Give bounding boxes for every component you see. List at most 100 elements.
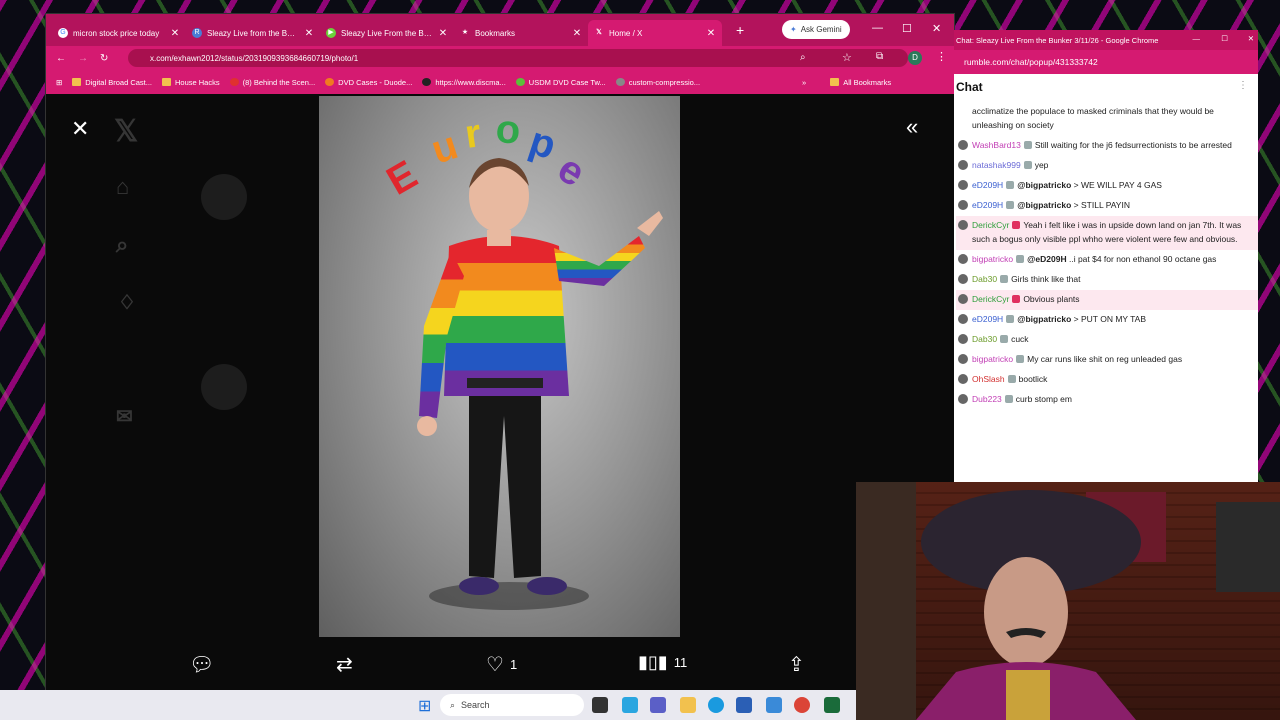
avatar[interactable] (958, 314, 968, 324)
address-bar[interactable]: x.com/exhawn2012/status/2031909393684660… (128, 49, 908, 67)
chrome-icon[interactable] (794, 697, 810, 713)
maximize-icon[interactable]: ☐ (902, 22, 912, 35)
tab-label: Sleazy Live from the Bunker (207, 28, 299, 38)
file-explorer-icon[interactable] (680, 697, 696, 713)
close-icon[interactable]: ✕ (572, 28, 582, 39)
close-icon[interactable]: ✕ (170, 28, 180, 39)
chat-username[interactable]: eD209H (972, 180, 1003, 190)
avatar[interactable] (958, 220, 968, 230)
chat-message-text: > STILL PAYIN (1073, 200, 1130, 210)
store-icon[interactable] (736, 697, 752, 713)
new-tab-button[interactable]: + (736, 22, 744, 38)
star-bookmark-icon[interactable]: ☆ (842, 51, 852, 64)
avatar[interactable] (958, 160, 968, 170)
reload-icon[interactable]: ↻ (100, 53, 108, 64)
all-bookmarks[interactable]: All Bookmarks (830, 78, 891, 87)
minimize-icon[interactable]: — (872, 22, 883, 34)
chat-username[interactable]: DerickCyr (972, 220, 1009, 230)
avatar[interactable] (958, 254, 968, 264)
chat-username[interactable]: Dab30 (972, 334, 997, 344)
tab-rumble-2[interactable]: ▶ Sleazy Live From the Bunker ✕ (320, 20, 454, 46)
avatar[interactable] (958, 200, 968, 210)
chat-username[interactable]: WashBard13 (972, 140, 1021, 150)
extensions-icon[interactable]: ⧉ (876, 51, 883, 62)
avatar[interactable] (958, 274, 968, 284)
chat-window: Chat: Sleazy Live From the Bunker 3/11/2… (954, 30, 1258, 482)
views-button[interactable]: ▮▯▮ 11 (638, 652, 687, 673)
copilot-icon[interactable] (622, 697, 638, 713)
chat-username[interactable]: eD209H (972, 314, 1003, 324)
ask-gemini-button[interactable]: ✦ Ask Gemini (782, 20, 850, 39)
forward-icon[interactable]: → (78, 53, 88, 64)
avatar[interactable] (958, 140, 968, 150)
chat-mention[interactable]: @bigpatricko (1017, 180, 1071, 190)
app-icon[interactable] (824, 697, 840, 713)
tab-home-x[interactable]: 𝕏 Home / X ✕ (588, 20, 722, 46)
minimize-icon[interactable]: — (1193, 34, 1201, 43)
repost-button[interactable]: ⇄ (336, 652, 353, 677)
chat-username[interactable]: bigpatricko (972, 254, 1013, 264)
chat-message: eD209H @bigpatricko > PUT ON MY TAB (956, 310, 1258, 330)
chat-mention[interactable]: @bigpatricko (1017, 200, 1071, 210)
taskbar-search[interactable]: ⌕ Search (440, 694, 584, 716)
tab-micron[interactable]: G micron stock price today ✕ (52, 20, 186, 46)
chat-mention[interactable]: @bigpatricko (1017, 314, 1071, 324)
avatar[interactable] (958, 374, 968, 384)
bookmark-item[interactable]: DVD Cases - Duode... (325, 78, 412, 87)
chat-menu-icon[interactable]: ⋮ (1238, 80, 1248, 91)
close-icon[interactable]: ✕ (304, 28, 314, 39)
chat-message-text: > PUT ON MY TAB (1073, 314, 1147, 324)
bar-chart-icon: ▮▯▮ (638, 652, 668, 672)
close-icon[interactable]: ✕ (438, 28, 448, 39)
photos-icon[interactable] (766, 697, 782, 713)
avatar[interactable] (958, 294, 968, 304)
task-view-icon[interactable] (592, 697, 608, 713)
bookmark-item[interactable]: House Hacks (162, 78, 220, 87)
avatar[interactable] (958, 334, 968, 344)
teams-icon[interactable] (650, 697, 666, 713)
rumble-icon: R (192, 28, 202, 38)
window-close-icon[interactable]: ✕ (1248, 34, 1254, 43)
chat-username[interactable]: OhSlash (972, 374, 1005, 384)
menu-icon[interactable]: ⋮ (936, 50, 947, 63)
chat-username[interactable]: Dab30 (972, 274, 997, 284)
svg-text:o: o (494, 107, 521, 153)
like-button[interactable]: ♡ 1 (486, 652, 517, 677)
chat-username[interactable]: natashak999 (972, 160, 1021, 170)
apps-icon[interactable]: ⊞ (56, 78, 62, 87)
avatar-ghost (201, 174, 247, 220)
collapse-panel-icon[interactable]: « (906, 114, 918, 140)
avatar[interactable] (958, 394, 968, 404)
chat-username[interactable]: bigpatricko (972, 354, 1013, 364)
bookmark-item[interactable]: https://www.discma... (422, 78, 506, 87)
favicon-icon (615, 78, 625, 86)
profile-avatar[interactable]: D (908, 51, 922, 65)
close-viewer-icon[interactable]: ✕ (71, 116, 89, 142)
chat-username[interactable]: Dub223 (972, 394, 1002, 404)
windows-start-icon[interactable]: ⊞ (418, 696, 431, 716)
share-button[interactable]: ⇪ (788, 652, 805, 677)
chat-username[interactable]: DerickCyr (972, 294, 1009, 304)
edge-icon[interactable] (708, 697, 724, 713)
maximize-icon[interactable]: ☐ (1221, 34, 1228, 43)
close-icon[interactable]: ✕ (706, 28, 716, 39)
bookmark-item[interactable]: custom-compressio... (615, 78, 700, 87)
reply-button[interactable]: 💬︎ (189, 652, 214, 677)
avatar[interactable] (958, 354, 968, 364)
avatar[interactable] (958, 180, 968, 190)
chat-username[interactable]: eD209H (972, 200, 1003, 210)
back-icon[interactable]: ← (56, 53, 66, 64)
tab-bookmarks[interactable]: ★ Bookmarks ✕ (454, 20, 588, 46)
chat-mention[interactable]: @eD209H (1027, 254, 1066, 264)
post-photo[interactable]: E u r o p e (319, 96, 680, 637)
bookmark-item[interactable]: USDM DVD Case Tw... (515, 78, 606, 87)
tab-rumble-1[interactable]: R Sleazy Live from the Bunker ✕ (186, 20, 320, 46)
bookmark-item[interactable]: (8) Behind the Scen... (229, 78, 315, 87)
bookmark-item[interactable]: Digital Broad Cast... (72, 78, 152, 87)
chat-message: WashBard13 Still waiting for the j6 fedsu… (956, 136, 1258, 156)
ask-gemini-label: Ask Gemini (800, 25, 842, 34)
chat-address-bar[interactable]: rumble.com/chat/popup/431333742 (954, 50, 1258, 74)
chevron-right-icon[interactable]: » (802, 78, 806, 87)
window-close-icon[interactable]: ✕ (932, 22, 941, 35)
zoom-icon[interactable]: ⌕ (800, 52, 806, 63)
